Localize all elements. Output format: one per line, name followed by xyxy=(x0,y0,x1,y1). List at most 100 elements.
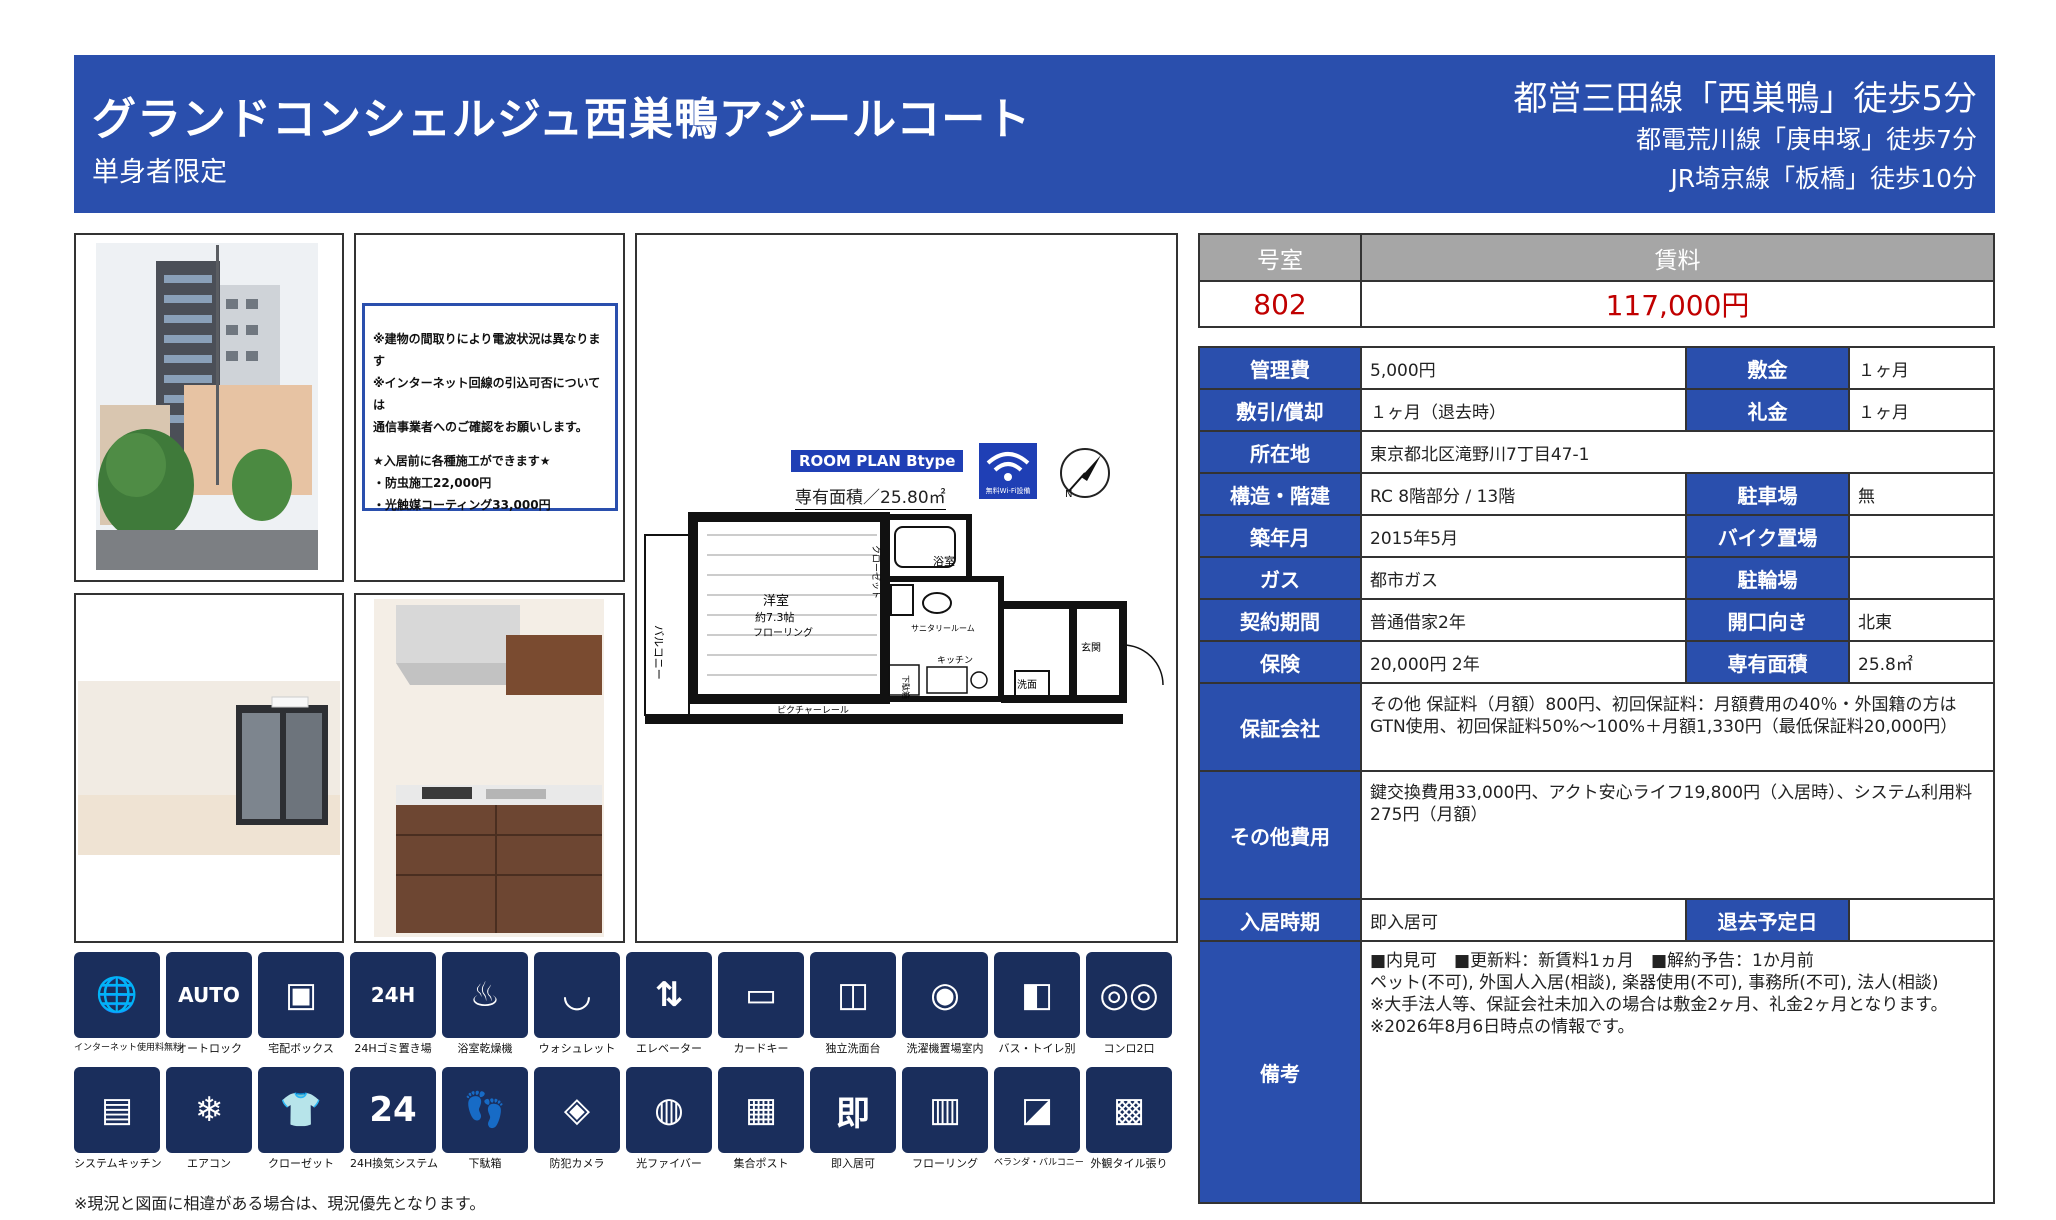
area-label: 専有面積 xyxy=(1687,642,1850,682)
table-row: 保険 20,000円 2年 専有面積 25.8㎡ xyxy=(1200,642,1995,684)
remarks-value: ■内見可 ■更新料：新賃料1ヵ月 ■解約予告：1か月前 ペット(不可), 外国人… xyxy=(1362,942,1995,1202)
equipment-label: 洗濯機置場室内 xyxy=(906,1042,984,1055)
table-row: その他費用 鍵交換費用33,000円、アクト安心ライフ19,800円（入居時）、… xyxy=(1200,772,1995,900)
address-label: 所在地 xyxy=(1200,432,1362,472)
contract-value: 普通借家2年 xyxy=(1362,600,1687,640)
equipment-label: エレベーター xyxy=(636,1042,702,1055)
balcony-icon: ◪ xyxy=(994,1067,1080,1153)
equipment-item: ◍ 光ファイバー xyxy=(626,1067,712,1170)
mgmt-fee-label: 管理費 xyxy=(1200,348,1362,388)
address-value: 東京都北区滝野川7丁目47-1 xyxy=(1362,432,1995,472)
equipment-label: ウォシュレット xyxy=(538,1042,616,1055)
gas-label: ガス xyxy=(1200,558,1362,598)
property-name: グランドコンシェルジュ西巣鴨アジールコート xyxy=(92,94,1032,145)
ventilation-icon: 24 xyxy=(350,1067,436,1153)
plan-room-size: 約7.3帖 xyxy=(755,610,795,624)
equipment-item: 24H 24Hゴミ置き場 xyxy=(350,952,436,1055)
table-row: 管理費 5,000円 敷金 １ヶ月 xyxy=(1200,348,1995,390)
equipment-item: ♨ 浴室乾燥機 xyxy=(442,952,528,1055)
equipment-item: 👣 下駄箱 xyxy=(442,1067,528,1170)
structure-value: RC 8階部分 / 13階 xyxy=(1362,474,1687,514)
aspect-value: 北東 xyxy=(1850,600,1995,640)
access-tertiary: JR埼京線「板橋」徒歩10分 xyxy=(1670,164,1977,193)
delivery-box-icon: ▣ xyxy=(258,952,344,1038)
plan-room-floor: フローリング xyxy=(753,626,813,639)
guarantor-value: その他 保証料（月額）800円、初回保証料：月額費用の40％・外国籍の方はGTN… xyxy=(1362,684,1995,770)
equipment-label: 外観タイル張り xyxy=(1090,1157,1168,1170)
equipment-item: ▥ フローリング xyxy=(902,1067,988,1170)
notice-line: 通信事業者へのご確認をお願いします。 xyxy=(373,420,588,434)
wifi-caption: 無料Wi-Fi設備 xyxy=(985,487,1031,495)
equipment-item: 👕 クローゼット xyxy=(258,1067,344,1170)
plan-shoebox: 下駄箱 xyxy=(901,675,911,699)
table-row: 保証会社 その他 保証料（月額）800円、初回保証料：月額費用の40％・外国籍の… xyxy=(1200,684,1995,772)
move-out-value xyxy=(1850,900,1995,940)
equipment-item: AUTO オートロック xyxy=(166,952,252,1055)
equipment-item: ▤ システムキッチン xyxy=(74,1067,162,1170)
bicycle-parking-value xyxy=(1850,558,1995,598)
equipment-label: 浴室乾燥機 xyxy=(457,1042,513,1055)
built-value: 2015年5月 xyxy=(1362,516,1687,556)
table-row: 備考 ■内見可 ■更新料：新賃料1ヵ月 ■解約予告：1か月前 ペット(不可), … xyxy=(1200,942,1995,1204)
equipment-item: 24 24H換気システム xyxy=(350,1067,438,1170)
notice-line: ・防虫施工22,000円 xyxy=(373,476,492,490)
equipment-item: ◫ 独立洗面台 xyxy=(810,952,896,1055)
deposit-value: １ヶ月 xyxy=(1850,348,1995,388)
shikibiki-value: １ヶ月（退去時） xyxy=(1362,390,1687,430)
fiber-icon: ◍ xyxy=(626,1067,712,1153)
equipment-label: 24Hゴミ置き場 xyxy=(354,1042,432,1055)
bath-dryer-icon: ♨ xyxy=(442,952,528,1038)
equipment-label: インターネット使用料無料 xyxy=(74,1043,183,1053)
rent-header: 賃料 xyxy=(1362,235,1993,280)
wifi-icon xyxy=(986,452,1030,481)
plan-sanitary: サニタリールーム xyxy=(911,624,975,633)
system-kitchen-icon: ▤ xyxy=(74,1067,160,1153)
kitchen-photo xyxy=(354,593,625,943)
vanity-icon: ◫ xyxy=(810,952,896,1038)
table-row: 所在地 東京都北区滝野川7丁目47-1 xyxy=(1200,432,1995,474)
table-row: 契約期間 普通借家2年 開口向き 北東 xyxy=(1200,600,1995,642)
insurance-label: 保険 xyxy=(1200,642,1362,682)
notice-panel: ※建物の間取りにより電波状況は異なります ※インターネット回線の引込可否について… xyxy=(354,233,625,582)
internet-icon: 🌐 xyxy=(74,952,160,1038)
access-secondary: 都電荒川線「庚申塚」徒歩7分 xyxy=(1636,125,1977,154)
plan-closet: クローゼット xyxy=(870,545,882,599)
equipment-item: ◧ バス・トイレ別 xyxy=(994,952,1080,1055)
equipment-label: 光ファイバー xyxy=(636,1157,702,1170)
air-conditioner-icon: ❄ xyxy=(166,1067,252,1153)
autolock-icon: AUTO xyxy=(166,952,252,1038)
equipment-item: ◡ ウォシュレット xyxy=(534,952,620,1055)
plan-entrance: 玄関 xyxy=(1081,641,1101,654)
floor-plan-drawing: 洋室 約7.3帖 フローリング バルコニー 浴室 サニタリールーム キッチン 洗… xyxy=(644,512,1164,724)
flooring-icon: ▥ xyxy=(902,1067,988,1153)
parking-label: 駐車場 xyxy=(1687,474,1850,514)
notice-line: ・光触媒コーティング33,000円 xyxy=(373,498,551,512)
move-in-value: 即入居可 xyxy=(1362,900,1687,940)
key-money-label: 礼金 xyxy=(1687,390,1850,430)
remarks-line: ※大手法人等、保証会社未加入の場合は敷金2ヶ月、礼金2ヶ月となります。 xyxy=(1370,995,1948,1015)
equipment-label: クローゼット xyxy=(268,1157,334,1170)
gas-value: 都市ガス xyxy=(1362,558,1687,598)
elevator-icon: ⇅ xyxy=(626,952,712,1038)
other-fees-value: 鍵交換費用33,000円、アクト安心ライフ19,800円（入居時）、システム利用… xyxy=(1362,772,1995,898)
table-row: 築年月 2015年5月 バイク置場 xyxy=(1200,516,1995,558)
key-money-value: １ヶ月 xyxy=(1850,390,1995,430)
equipment-label: ベランダ・バルコニー xyxy=(994,1158,1084,1168)
washlet-icon: ◡ xyxy=(534,952,620,1038)
equipment-item: 即即入居可 xyxy=(810,1067,896,1170)
plan-washer: 洗面 xyxy=(1017,679,1037,691)
built-label: 築年月 xyxy=(1200,516,1362,556)
equipment-item: ▩ 外観タイル張り xyxy=(1086,1067,1172,1170)
notice-card: ※建物の間取りにより電波状況は異なります ※インターネット回線の引込可否について… xyxy=(362,303,618,512)
remarks-line: ペット(不可), 外国人入居(相談), 楽器使用(不可), 事務所(不可), 法… xyxy=(1370,973,1939,993)
rent-summary: 号室 賃料 802 117,000円 xyxy=(1198,233,1995,328)
notice-line: ※インターネット回線の引込可否については xyxy=(373,376,601,412)
wifi-badge: 無料Wi-Fi設備 xyxy=(979,443,1037,499)
room-plan-tag: ROOM PLAN Btype xyxy=(791,450,964,472)
property-subtitle: 単身者限定 xyxy=(92,157,227,188)
bike-parking-label: バイク置場 xyxy=(1687,516,1850,556)
remarks-line: ※2026年8月6日時点の情報です。 xyxy=(1370,1017,1635,1037)
closet-icon: 👕 xyxy=(258,1067,344,1153)
equipment-label: 集合ポスト xyxy=(733,1157,789,1170)
equipment-label: エアコン xyxy=(187,1157,231,1170)
